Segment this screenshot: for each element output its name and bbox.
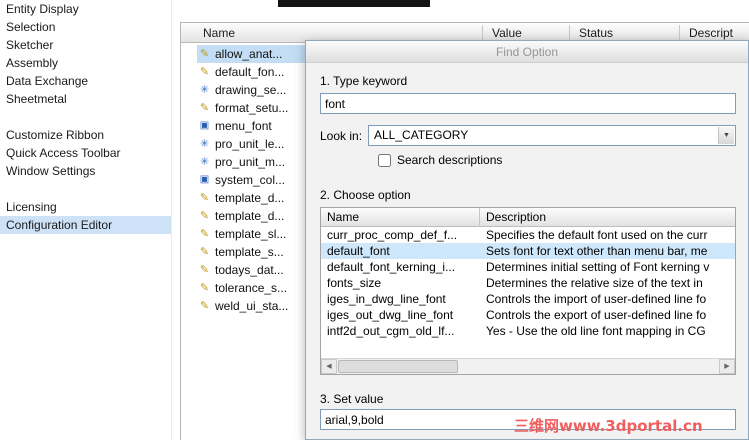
sidebar-item-licensing[interactable]: Licensing [0, 198, 171, 216]
scroll-left-icon[interactable]: ◀ [321, 359, 337, 374]
sidebar-item-quick-access-toolbar[interactable]: Quick Access Toolbar [0, 144, 171, 162]
config-option-name: template_d... [215, 191, 285, 205]
column-divider [679, 25, 680, 41]
step3-label: 3. Set value [320, 392, 384, 406]
search-descriptions-label: Search descriptions [397, 153, 503, 167]
step1-label: 1. Type keyword [320, 74, 408, 88]
step2-label: 2. Choose option [320, 188, 411, 202]
result-name: intf2d_out_cgm_old_lf... [327, 324, 455, 338]
result-row[interactable]: curr_proc_comp_def_f... Specifies the def… [321, 227, 735, 243]
config-option-name: tolerance_s... [215, 281, 288, 295]
asterisk-icon: ✳ [199, 138, 210, 150]
horizontal-scrollbar[interactable]: ◀ ▶ [321, 358, 735, 374]
results-rows: curr_proc_comp_def_f... Specifies the def… [321, 227, 735, 339]
look-in-label: Look in: [320, 129, 363, 143]
asterisk-icon: ✳ [199, 84, 210, 96]
pencil-icon: ✎ [199, 48, 210, 60]
sidebar-item-entity-display[interactable]: Entity Display [0, 0, 171, 18]
pencil-icon: ✎ [199, 192, 210, 204]
config-option-name: template_sl... [215, 227, 287, 241]
search-descriptions-checkbox[interactable] [378, 153, 391, 167]
config-option-name: format_setu... [215, 101, 289, 115]
result-description: Determines initial setting of Font kerni… [486, 260, 710, 274]
sidebar-item-configuration-editor[interactable]: Configuration Editor [0, 216, 171, 234]
look-in-value: ALL_CATEGORY [374, 128, 469, 142]
config-option-name: template_d... [215, 209, 285, 223]
sidebar-item-sheetmetal[interactable]: Sheetmetal [0, 90, 171, 108]
sidebar-item-selection[interactable]: Selection [0, 18, 171, 36]
config-option-name: default_fon... [215, 65, 285, 79]
sidebar-item-assembly[interactable]: Assembly [0, 54, 171, 72]
result-description: Determines the relative size of the text… [486, 276, 703, 290]
config-option-name: menu_font [215, 119, 272, 133]
result-row[interactable]: iges_in_dwg_line_font Controls the import… [321, 291, 735, 307]
result-name: iges_in_dwg_line_font [327, 292, 446, 306]
result-name: default_font [327, 244, 390, 258]
result-row[interactable]: intf2d_out_cgm_old_lf... Yes - Use the ol… [321, 323, 735, 339]
sidebar-item-sketcher[interactable]: Sketcher [0, 36, 171, 54]
look-in-dropdown[interactable]: ALL_CATEGORY ▼ [368, 125, 736, 146]
result-row[interactable]: fonts_size Determines the relative size o… [321, 275, 735, 291]
pencil-icon: ✎ [199, 300, 210, 312]
pencil-icon: ✎ [199, 210, 210, 222]
results-table: Name Description curr_proc_comp_def_f...… [320, 207, 736, 375]
pencil-icon: ✎ [199, 282, 210, 294]
config-option-name: system_col... [215, 173, 286, 187]
keyword-input[interactable] [320, 93, 736, 114]
result-name: default_font_kerning_i... [327, 260, 456, 274]
results-table-header: Name Description [321, 208, 735, 227]
find-option-dialog: Find Option 1. Type keyword Look in: ALL… [305, 40, 749, 440]
scrollbar-thumb[interactable] [338, 360, 458, 373]
result-description: Yes - Use the old line font mapping in C… [486, 324, 706, 338]
column-divider [482, 25, 483, 41]
result-row-selected[interactable]: default_font Sets font for text other tha… [321, 243, 735, 259]
window-icon: ▣ [199, 174, 210, 185]
column-header-name[interactable]: Name [203, 23, 235, 43]
options-window: Entity Display Selection Sketcher Assemb… [0, 0, 749, 440]
config-option-name: todays_dat... [215, 263, 284, 277]
truncated-dropdown-control[interactable] [278, 0, 430, 7]
result-description: Specifies the default font used on the c… [486, 228, 708, 242]
pencil-icon: ✎ [199, 246, 210, 258]
result-row[interactable]: iges_out_dwg_line_font Controls the expor… [321, 307, 735, 323]
dialog-title: Find Option [495, 45, 559, 59]
window-icon: ▣ [199, 120, 210, 131]
config-option-name: pro_unit_le... [215, 137, 285, 151]
result-name: fonts_size [327, 276, 382, 290]
sidebar-item-data-exchange[interactable]: Data Exchange [0, 72, 171, 90]
sidebar-item-customize-ribbon[interactable]: Customize Ribbon [0, 126, 171, 144]
result-description: Sets font for text other than menu bar, … [486, 244, 708, 258]
results-column-description[interactable]: Description [479, 208, 735, 227]
category-sidebar: Entity Display Selection Sketcher Assemb… [0, 0, 172, 440]
search-descriptions-row: Search descriptions [378, 152, 502, 168]
results-column-name[interactable]: Name [321, 208, 479, 227]
result-name: iges_out_dwg_line_font [327, 308, 454, 322]
pencil-icon: ✎ [199, 228, 210, 240]
config-option-name: weld_ui_sta... [215, 299, 289, 313]
chevron-down-icon[interactable]: ▼ [718, 127, 734, 144]
result-name: curr_proc_comp_def_f... [327, 228, 458, 242]
pencil-icon: ✎ [199, 264, 210, 276]
dialog-titlebar[interactable]: Find Option [306, 41, 748, 63]
result-row[interactable]: default_font_kerning_i... Determines init… [321, 259, 735, 275]
config-option-name: drawing_se... [215, 83, 287, 97]
watermark-text: 三维网www.3dportal.cn [514, 417, 703, 435]
config-option-name: allow_anat... [215, 47, 283, 61]
asterisk-icon: ✳ [199, 156, 210, 168]
pencil-icon: ✎ [199, 66, 210, 78]
pencil-icon: ✎ [199, 102, 210, 114]
result-description: Controls the export of user-defined line… [486, 308, 707, 322]
config-option-name: pro_unit_m... [215, 155, 286, 169]
sidebar-item-window-settings[interactable]: Window Settings [0, 162, 171, 180]
config-option-name: template_s... [215, 245, 284, 259]
scroll-right-icon[interactable]: ▶ [719, 359, 735, 374]
result-description: Controls the import of user-defined line… [486, 292, 707, 306]
column-divider [569, 25, 570, 41]
